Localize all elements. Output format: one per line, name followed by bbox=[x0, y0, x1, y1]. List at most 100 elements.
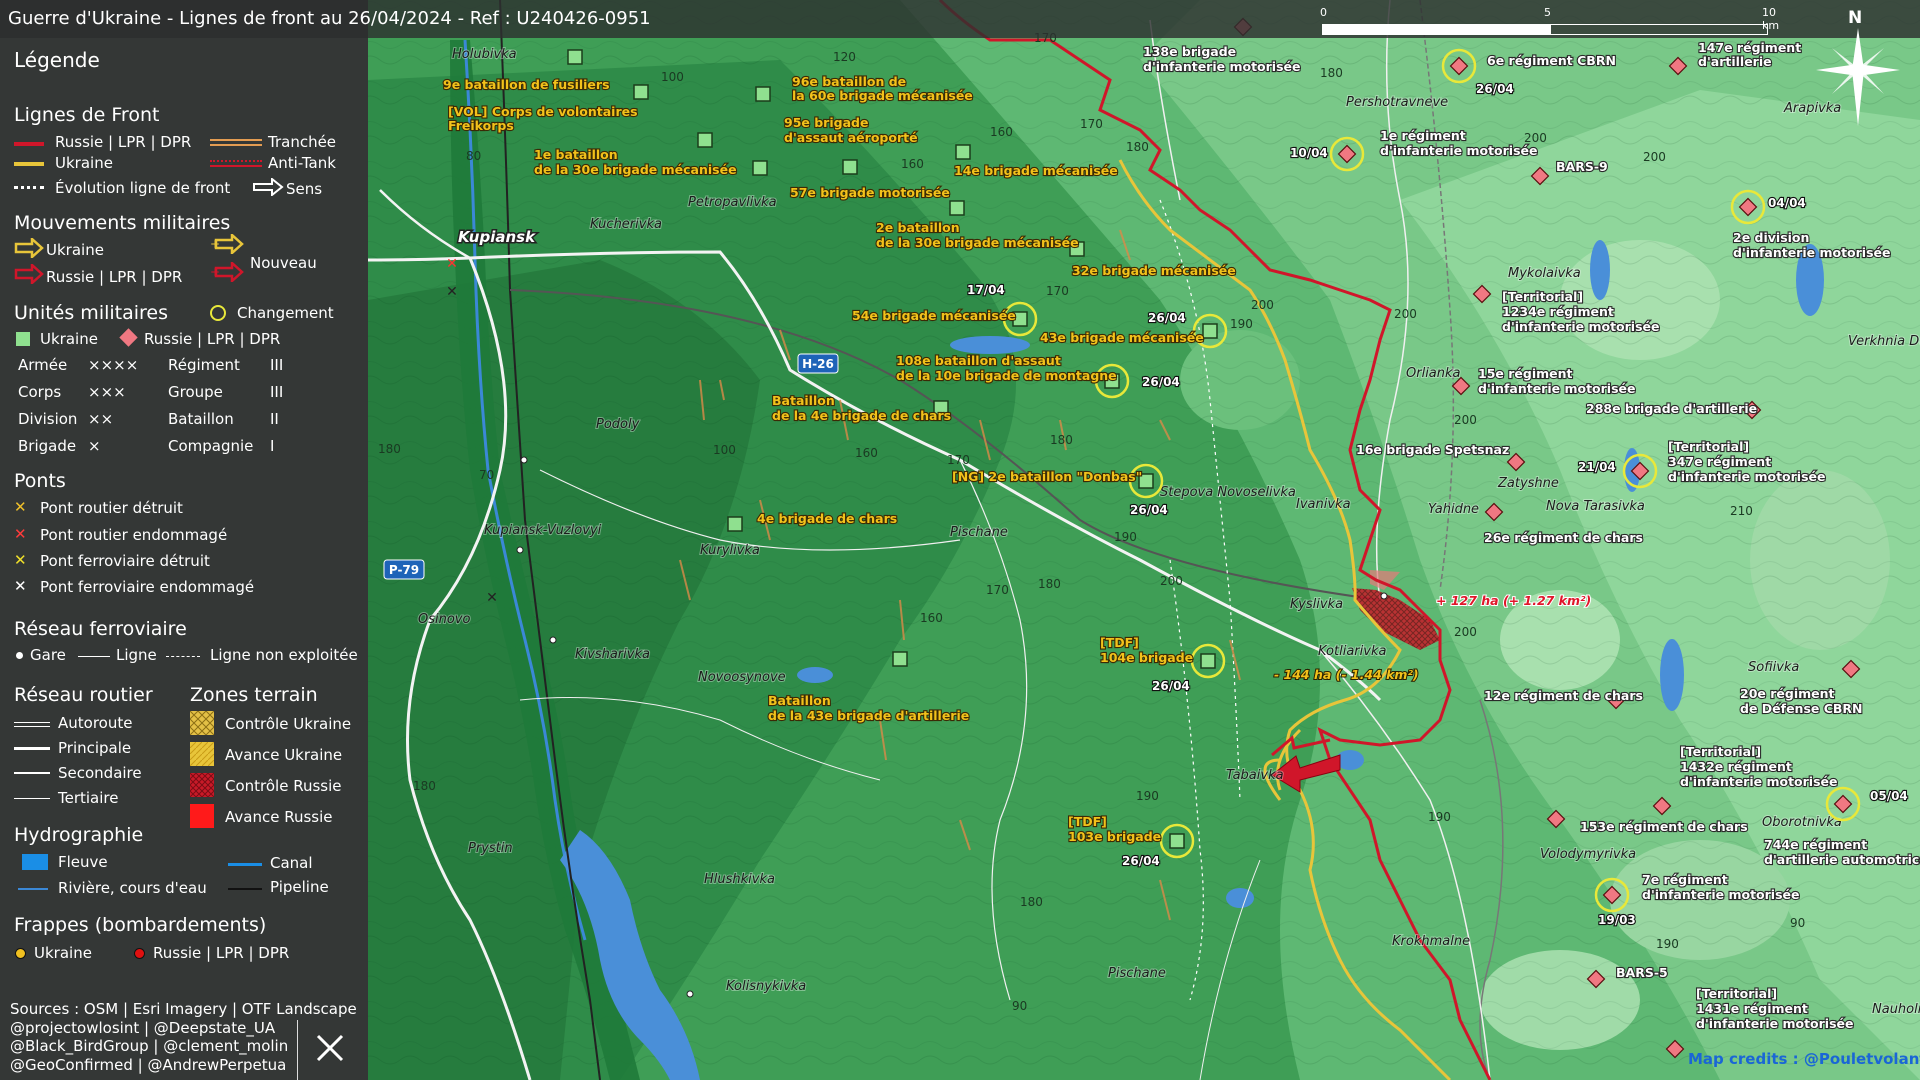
place-label[interactable]: Prystin bbox=[467, 840, 514, 857]
place-label[interactable]: Pischane bbox=[1107, 965, 1167, 982]
ukraine-unit-label[interactable]: 108e bataillon d'assaut bbox=[895, 352, 1062, 369]
russia-unit-label[interactable]: BARS-9 bbox=[1555, 158, 1609, 175]
ukraine-unit-marker[interactable] bbox=[727, 516, 743, 532]
place-label[interactable]: Mykolaivka bbox=[1507, 265, 1582, 282]
russia-unit-label[interactable]: 138e brigade bbox=[1142, 43, 1237, 60]
ukraine-unit-marker[interactable] bbox=[842, 159, 858, 175]
russia-unit-label[interactable]: 288e brigade d'artillerie bbox=[1585, 400, 1758, 417]
ukraine-unit-marker[interactable] bbox=[567, 49, 583, 65]
ukraine-unit-label[interactable]: Bataillon bbox=[767, 692, 832, 709]
place-label[interactable]: Pershotravneve bbox=[1345, 94, 1449, 111]
russia-unit-label[interactable]: d'infanterie motorisée bbox=[1501, 318, 1661, 335]
russia-unit-label[interactable]: 7e régiment bbox=[1641, 871, 1729, 888]
russia-unit-label[interactable]: d'infanterie motorisée bbox=[1667, 468, 1827, 485]
russia-unit-label[interactable]: 12e régiment de chars bbox=[1483, 687, 1644, 704]
place-label[interactable]: Novoosynove bbox=[697, 669, 787, 686]
russia-unit-label[interactable]: d'infanterie motorisée bbox=[1477, 380, 1637, 397]
place-label[interactable]: Verkhnia Duvanka bbox=[1847, 333, 1920, 350]
ukraine-unit-label[interactable]: 54e brigade mécanisée bbox=[851, 307, 1017, 324]
ukraine-unit-label[interactable]: Bataillon bbox=[771, 392, 836, 409]
ukraine-unit-marker[interactable] bbox=[949, 200, 965, 216]
russia-unit-label[interactable]: d'infanterie motorisée bbox=[1379, 142, 1539, 159]
place-label[interactable]: Kucherivka bbox=[589, 216, 663, 233]
russia-unit-label[interactable]: [Territorial] bbox=[1695, 985, 1778, 1002]
ukraine-unit-label[interactable]: 32e brigade mécanisée bbox=[1071, 262, 1237, 279]
ukraine-unit-label[interactable]: 43e brigade mécanisée bbox=[1039, 329, 1205, 346]
ukraine-unit-label[interactable]: 9e bataillon de fusiliers bbox=[442, 76, 611, 93]
place-label[interactable]: Nauholne bbox=[1871, 1001, 1920, 1018]
ukraine-unit-label[interactable]: [TDF] bbox=[1099, 634, 1140, 651]
russia-unit-label[interactable]: 1234e régiment bbox=[1501, 303, 1615, 320]
ukraine-unit-label[interactable]: [TDF] bbox=[1067, 813, 1108, 830]
ukraine-unit-label[interactable]: [NG] 2e bataillon "Donbas" bbox=[951, 468, 1143, 485]
russia-unit-label[interactable]: [Territorial] bbox=[1501, 288, 1584, 305]
place-label[interactable]: Zatyshne bbox=[1496, 475, 1560, 492]
russia-unit-label[interactable]: d'infanterie motorisée bbox=[1732, 244, 1892, 261]
ukraine-unit-marker[interactable] bbox=[697, 132, 713, 148]
place-label[interactable]: Kotliarivka bbox=[1317, 643, 1387, 660]
ukraine-unit-label[interactable]: de la 30e brigade mécanisée bbox=[875, 234, 1080, 251]
ukraine-unit-label[interactable]: 57e brigade motorisée bbox=[789, 184, 951, 201]
russia-unit-label[interactable]: 16e brigade Spetsnaz bbox=[1355, 441, 1510, 458]
russia-unit-label[interactable]: 20e régiment bbox=[1739, 685, 1836, 702]
russia-unit-label[interactable]: d'artillerie bbox=[1697, 53, 1773, 70]
place-label[interactable]: Kupiansk bbox=[457, 227, 538, 248]
russia-unit-label[interactable]: 347e régiment bbox=[1667, 453, 1772, 470]
ukraine-unit-marker[interactable] bbox=[892, 651, 908, 667]
place-label[interactable]: Tabaivka bbox=[1225, 767, 1285, 784]
ukraine-unit-label[interactable]: de la 10e brigade de montagne bbox=[895, 367, 1118, 384]
ukraine-unit-label[interactable]: d'assaut aéroporté bbox=[783, 129, 919, 146]
place-label[interactable]: Kurylivka bbox=[699, 542, 761, 559]
russia-unit-label[interactable]: 26e régiment de chars bbox=[1483, 529, 1644, 546]
place-label[interactable]: Orlianka bbox=[1405, 365, 1462, 382]
ukraine-unit-label[interactable]: Freikorps bbox=[447, 117, 515, 134]
russia-unit-label[interactable]: BARS-5 bbox=[1615, 964, 1669, 981]
russia-unit-label[interactable]: 2e division bbox=[1732, 229, 1811, 246]
ukraine-unit-label[interactable]: 14e brigade mécanisée bbox=[953, 162, 1119, 179]
place-label[interactable]: Holubivka bbox=[451, 46, 518, 63]
russia-unit-label[interactable]: 1432e régiment bbox=[1679, 758, 1793, 775]
ukraine-unit-marker[interactable] bbox=[1169, 833, 1185, 849]
ukraine-unit-marker[interactable] bbox=[1200, 653, 1216, 669]
russia-unit-label[interactable]: 1431e régiment bbox=[1695, 1000, 1809, 1017]
ukraine-unit-marker[interactable] bbox=[955, 144, 971, 160]
place-label[interactable]: Petropavlivka bbox=[687, 194, 778, 211]
ukraine-unit-label[interactable]: 96e bataillon de bbox=[791, 73, 907, 90]
ukraine-unit-marker[interactable] bbox=[752, 160, 768, 176]
russia-unit-label[interactable]: 15e régiment bbox=[1477, 365, 1574, 382]
russia-unit-label[interactable]: de Défense CBRN bbox=[1739, 700, 1864, 717]
x-logo-icon[interactable] bbox=[312, 1030, 348, 1066]
ukraine-unit-label[interactable]: de la 4e brigade de chars bbox=[771, 407, 952, 424]
ukraine-unit-label[interactable]: 2e bataillon bbox=[875, 219, 961, 236]
russia-unit-label[interactable]: d'infanterie motorisée bbox=[1641, 886, 1801, 903]
place-label[interactable]: Podoly bbox=[595, 416, 641, 433]
place-label[interactable]: Sofiivka bbox=[1747, 659, 1800, 676]
place-label[interactable]: Kolisnykivka bbox=[725, 978, 807, 995]
russia-unit-label[interactable]: 6e régiment CBRN bbox=[1486, 52, 1617, 69]
place-label[interactable]: Stepova Novoselivka bbox=[1159, 484, 1297, 501]
ukraine-unit-marker[interactable] bbox=[633, 84, 649, 100]
place-label[interactable]: Pischane bbox=[949, 524, 1009, 541]
ukraine-unit-label[interactable]: [VOL] Corps de volontaires bbox=[447, 103, 639, 120]
place-label[interactable]: Oborotnivka bbox=[1761, 814, 1843, 831]
place-label[interactable]: Osinovo bbox=[417, 611, 472, 628]
ukraine-unit-marker[interactable] bbox=[755, 86, 771, 102]
russia-unit-label[interactable]: d'infanterie motorisée bbox=[1142, 58, 1302, 75]
place-label[interactable]: Kyslivka bbox=[1289, 596, 1344, 613]
russia-unit-label[interactable]: [Territorial] bbox=[1667, 438, 1750, 455]
ukraine-unit-label[interactable]: 95e brigade bbox=[783, 114, 870, 131]
ukraine-unit-label[interactable]: 4e brigade de chars bbox=[756, 510, 898, 527]
place-label[interactable]: Volodymyrivka bbox=[1539, 846, 1637, 863]
ukraine-unit-label[interactable]: de la 43e brigade d'artillerie bbox=[767, 707, 970, 724]
russia-unit-label[interactable]: 1e régiment bbox=[1379, 127, 1467, 144]
russia-unit-label[interactable]: 153e régiment de chars bbox=[1579, 818, 1749, 835]
russia-unit-label[interactable]: d'infanterie motorisée bbox=[1679, 773, 1839, 790]
russia-unit-label[interactable]: d'infanterie motorisée bbox=[1695, 1015, 1855, 1032]
place-label[interactable]: Yahidne bbox=[1427, 501, 1480, 518]
place-label[interactable]: Nova Tarasivka bbox=[1545, 498, 1646, 515]
russia-unit-label[interactable]: 147e régiment bbox=[1697, 39, 1802, 56]
ukraine-unit-label[interactable]: de la 30e brigade mécanisée bbox=[533, 161, 738, 178]
ukraine-unit-label[interactable]: 103e brigade bbox=[1067, 828, 1162, 845]
ukraine-unit-label[interactable]: la 60e brigade mécanisée bbox=[791, 87, 974, 104]
place-label[interactable]: Ivanivka bbox=[1295, 496, 1352, 513]
